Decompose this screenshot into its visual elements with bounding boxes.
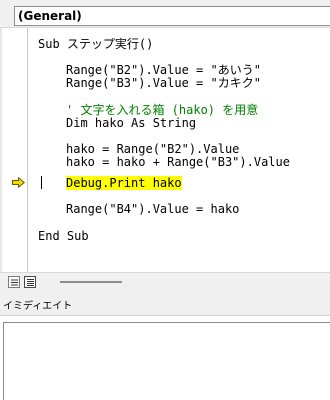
full-module-view-icon	[27, 279, 34, 286]
margin-indicator-bar[interactable]	[0, 28, 28, 272]
code-line-sub[interactable]: Sub ステップ実行()	[38, 38, 153, 50]
full-module-view-button[interactable]	[24, 276, 36, 288]
code-window[interactable]: Sub ステップ実行() Range("B2").Value = "あいう" R…	[0, 28, 330, 272]
code-line-b2[interactable]: Range("B2").Value = "あいう"	[66, 64, 261, 76]
object-combo[interactable]: (General)	[14, 6, 330, 26]
immediate-window-title: イミディエイト	[0, 298, 330, 316]
code-line-hako-b2[interactable]: hako = Range("B2").Value	[66, 143, 239, 155]
horizontal-scrollbar[interactable]	[60, 281, 122, 283]
code-line-dim[interactable]: Dim hako As String	[66, 117, 196, 129]
text-caret	[41, 176, 42, 189]
code-line-comment[interactable]: ' 文字を入れる箱 (hako) を用意	[66, 104, 258, 116]
margin-divider	[27, 28, 28, 272]
immediate-window-input[interactable]	[3, 322, 330, 400]
procedure-view-icon	[11, 279, 18, 286]
code-line-b3[interactable]: Range("B3").Value = "カキク"	[66, 77, 261, 89]
left-edge	[0, 28, 2, 272]
execution-arrow-icon[interactable]	[12, 177, 25, 188]
code-line-end-sub[interactable]: End Sub	[38, 230, 89, 242]
pane-gap	[0, 290, 330, 298]
procedure-bar: (General)	[0, 0, 330, 28]
code-line-debug-print[interactable]: Debug.Print hako	[66, 176, 182, 190]
procedure-view-button[interactable]	[8, 276, 20, 288]
code-line-b4[interactable]: Range("B4").Value = hako	[66, 203, 239, 215]
view-strip	[0, 272, 330, 290]
code-line-hako-b3[interactable]: hako = hako + Range("B3").Value	[66, 156, 290, 168]
execution-highlight: Debug.Print hako	[66, 176, 182, 190]
